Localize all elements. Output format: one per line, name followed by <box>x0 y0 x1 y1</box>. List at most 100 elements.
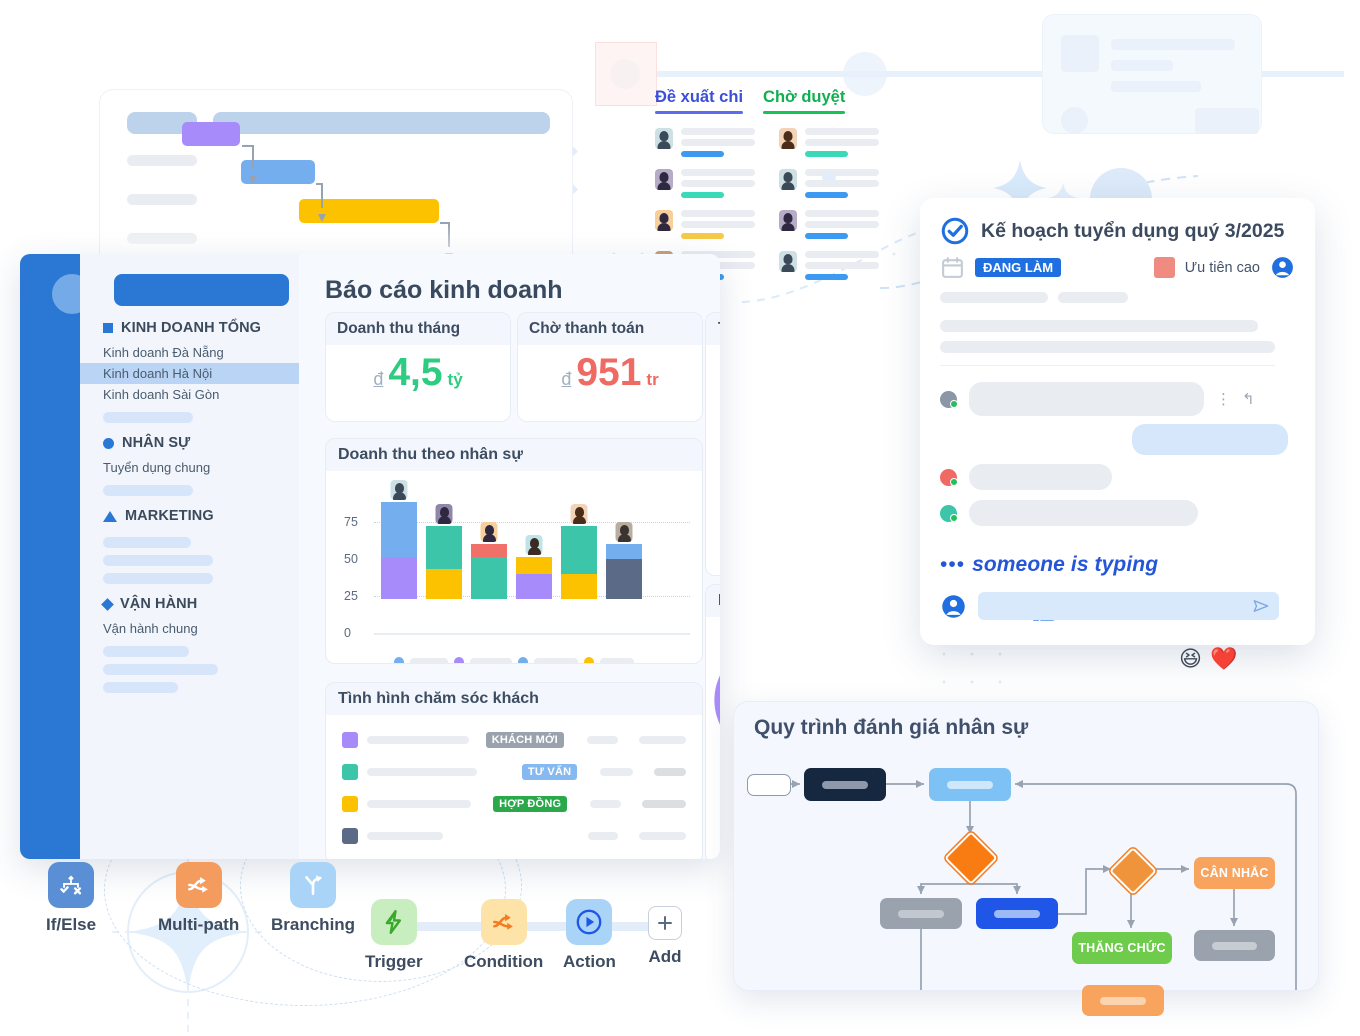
heart-emoji-icon[interactable]: ❤️ <box>1210 646 1237 672</box>
avatar-icon <box>615 521 633 542</box>
reply-icon[interactable]: ↰ <box>1242 390 1255 408</box>
sidebar-item-0-0[interactable]: Kinh doanh Đà Nẵng <box>80 342 299 363</box>
kpi-unit: tỷ <box>447 370 463 389</box>
sidebar-group-label: NHÂN SỰ <box>122 435 191 451</box>
kpi-title: Doanh thu tháng <box>326 313 510 345</box>
sidebar-group-1[interactable]: NHÂN SỰ <box>80 435 299 457</box>
avatar-icon <box>570 503 588 524</box>
condition-icon[interactable] <box>480 899 527 945</box>
message-bubble-own[interactable] <box>1132 424 1288 455</box>
laughing-emoji-icon[interactable]: 😆 <box>1179 646 1202 672</box>
bar-NV4[interactable] <box>516 535 552 599</box>
sidebar-item-0-2[interactable]: Kinh doanh Sài Gòn <box>80 384 299 405</box>
send-icon[interactable] <box>1252 597 1270 615</box>
table-row[interactable]: TƯ VẤN <box>342 761 686 783</box>
cell-placeholder <box>600 768 634 776</box>
bar-NV1[interactable] <box>381 479 417 599</box>
toolbar-item-multi-path[interactable]: Multi-path <box>158 862 239 935</box>
bar-NV2[interactable] <box>426 503 462 599</box>
triangle-marker <box>103 510 117 522</box>
flow-node-n-canhac[interactable]: CÂN NHẮC <box>1194 857 1275 889</box>
lightning-icon[interactable] <box>370 899 417 945</box>
branching-icon[interactable] <box>290 862 337 908</box>
list-item[interactable] <box>779 210 879 239</box>
toolbar-item-condition[interactable]: Condition <box>464 899 543 972</box>
list-item[interactable] <box>779 251 879 280</box>
proposal-panel: Đề xuất chi Chờ duyệt <box>655 88 895 280</box>
if-else-icon[interactable] <box>48 862 95 908</box>
flow-node-n-blue[interactable] <box>976 898 1058 929</box>
sidebar-group-0[interactable]: KINH DOANH TỔNG <box>80 320 299 342</box>
typing-dots-icon: ••• <box>940 553 966 576</box>
bar-NV5[interactable] <box>561 503 597 599</box>
toolbar-item-trigger[interactable]: Trigger <box>365 899 423 972</box>
pie-chart <box>714 653 720 756</box>
list-item[interactable] <box>655 210 755 239</box>
play-circle-icon[interactable] <box>566 899 613 945</box>
list-item[interactable] <box>779 128 879 157</box>
pie-slice-4[interactable] <box>714 653 720 756</box>
search-input[interactable] <box>114 274 289 306</box>
sidebar-item-0-1[interactable]: Kinh doanh Hà Nội <box>80 363 299 384</box>
closing-customers-panel[interactable]: Khách đang chốt <box>705 584 720 859</box>
plus-icon[interactable] <box>648 906 682 940</box>
avatar <box>940 468 958 486</box>
multi-path-icon[interactable] <box>175 862 222 908</box>
more-options-icon[interactable]: ⋮ <box>1216 390 1231 408</box>
y-tick-75: 75 <box>344 515 358 529</box>
tab-de-xuat-chi[interactable]: Đề xuất chi <box>655 88 744 114</box>
row-name-placeholder <box>367 800 472 808</box>
toolbar-item-branching[interactable]: Branching <box>271 862 355 935</box>
bar-segment <box>606 543 642 559</box>
message-composer[interactable] <box>940 592 1279 620</box>
toolbar-item-if-else[interactable]: If/Else <box>46 862 96 935</box>
toolbar-item-action[interactable]: Action <box>563 899 616 972</box>
toolbar-item-add[interactable]: Add <box>648 899 682 967</box>
sidebar-group-3[interactable]: VẬN HÀNH <box>80 596 299 618</box>
cell-placeholder <box>587 832 618 840</box>
flow-node-placeholder <box>947 780 993 789</box>
sidebar-group-label: KINH DOANH TỔNG <box>121 320 262 336</box>
status-badge[interactable]: KHÁCH MỚI <box>485 732 564 748</box>
message-input[interactable] <box>978 592 1279 620</box>
flow-node-n-dark[interactable] <box>804 768 886 801</box>
sidebar-item-1-0[interactable]: Tuyển dụng chung <box>80 457 299 478</box>
meta-placeholder <box>1058 292 1128 303</box>
legend-dot <box>518 657 528 663</box>
flow-node-n-lightblue[interactable] <box>929 768 1011 801</box>
x-axis <box>374 633 690 635</box>
bar-NV3[interactable] <box>471 521 507 599</box>
contract-status-panel[interactable]: Tình hình hợp đồng 125689202 <box>705 312 720 576</box>
list-item[interactable] <box>655 169 755 198</box>
flow-node-n-orange[interactable] <box>1082 985 1164 1016</box>
row-name-placeholder <box>367 832 443 840</box>
status-badge[interactable]: TƯ VẤN <box>521 764 578 780</box>
flow-node-n-gray2[interactable] <box>1194 930 1275 961</box>
list-item[interactable] <box>655 128 755 157</box>
user-avatar-icon[interactable] <box>1270 255 1295 280</box>
task-detail-card: Kế hoạch tuyển dụng quý 3/2025 ĐANG LÀM … <box>920 198 1315 671</box>
message-bubble[interactable] <box>969 500 1198 526</box>
flow-node-n-gray[interactable] <box>880 898 962 929</box>
status-badge[interactable]: HỢP ĐỒNG <box>493 796 568 812</box>
check-circle-icon <box>941 217 969 245</box>
tab-cho-duyet[interactable]: Chờ duyệt <box>763 88 846 114</box>
table-row[interactable]: KHÁCH MỚI <box>342 729 686 751</box>
flow-node-start[interactable] <box>747 774 791 796</box>
sidebar-group-2[interactable]: MARKETING <box>80 508 299 530</box>
sidebar-item-3-0[interactable]: Vận hành chung <box>80 618 299 639</box>
flow-node-n-thangchuc[interactable]: THĂNG CHỨC <box>1072 932 1172 964</box>
table-row[interactable] <box>342 825 686 847</box>
kpi-card-revenue[interactable]: Doanh thu tháng đ 4,5 tỷ <box>325 312 511 422</box>
staff-revenue-panel[interactable]: Doanh thu theo nhân sự 75 50 25 0 <box>325 438 703 664</box>
customer-care-panel[interactable]: Tình hình chăm sóc khách KHÁCH MỚI TƯ VẤN… <box>325 682 703 859</box>
kpi-card-pending-payment[interactable]: Chờ thanh toán đ 951 tr <box>517 312 703 422</box>
message-bubble[interactable] <box>969 464 1112 490</box>
calendar-icon <box>942 257 963 278</box>
currency-symbol: đ <box>561 369 572 389</box>
status-badge[interactable]: ĐANG LÀM <box>975 258 1062 277</box>
bar-chart <box>381 479 653 599</box>
message-bubble[interactable] <box>969 382 1204 416</box>
bar-NV6[interactable] <box>606 521 642 599</box>
table-row[interactable]: HỢP ĐỒNG <box>342 793 686 815</box>
